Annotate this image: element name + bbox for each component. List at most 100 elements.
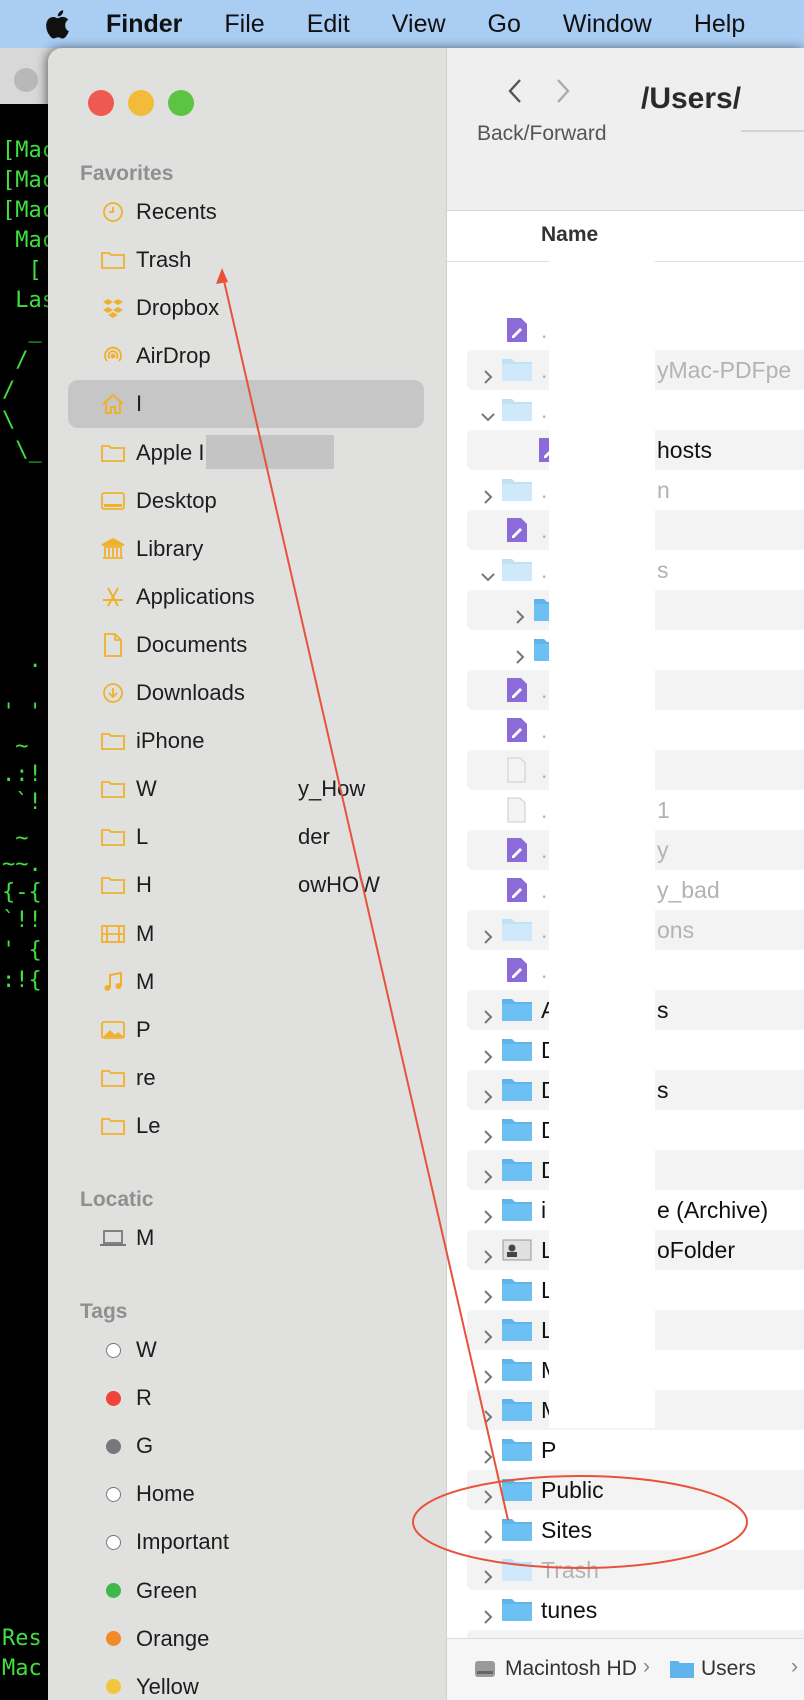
file-name-tail: ons [657,916,695,943]
disclosure-right-icon[interactable] [481,1163,495,1184]
path-disk[interactable]: Macintosh HD [505,1657,637,1681]
tag-item-important[interactable]: Important [68,1518,424,1566]
sidebar-item-p[interactable]: P [68,1006,424,1054]
sidebar-item-recents[interactable]: Recents [68,188,424,236]
file-row[interactable]: Trash [467,1550,804,1590]
disclosure-right-icon[interactable] [481,1043,495,1064]
sidebar-item-label: re [136,1064,156,1090]
file-row[interactable]: P [467,1430,804,1470]
menu-go[interactable]: Go [488,10,521,39]
disclosure-right-icon[interactable] [481,483,495,504]
disclosure-right-icon[interactable] [481,1123,495,1144]
menu-file[interactable]: File [224,10,264,39]
disclosure-right-icon[interactable] [481,1243,495,1264]
disclosure-right-icon[interactable] [481,1563,495,1584]
sidebar-item-m[interactable]: M [68,958,424,1006]
sidebar-item-m[interactable]: M [68,910,424,958]
folder-icon [501,1116,532,1142]
folder-icon [501,996,532,1022]
tag-item-green[interactable]: Green [68,1567,424,1615]
sidebar-item-label: AirDrop [136,343,211,369]
path-folder[interactable]: Users [701,1657,756,1681]
disclosure-right-icon[interactable] [481,1323,495,1344]
menu-edit[interactable]: Edit [307,10,350,39]
sidebar-item-downloads[interactable]: Downloads [68,669,424,717]
toolbar: Back/Forward /Users/ [447,48,804,211]
sidebar-item-library[interactable]: Library [68,525,424,573]
terminal-line: ~~. [2,852,42,877]
close-window-button[interactable] [88,90,114,116]
menu-window[interactable]: Window [563,10,652,39]
sidebar-item-airdrop[interactable]: AirDrop [68,332,424,380]
folder-icon [501,1076,532,1102]
disclosure-right-icon[interactable] [481,1363,495,1384]
disclosure-right-icon[interactable] [481,1083,495,1104]
disclosure-right-icon[interactable] [481,1523,495,1544]
sidebar-item-label: Downloads [136,680,245,705]
menu-help[interactable]: Help [694,10,745,39]
file-browser: Back/Forward /Users/ Name .. yMac-PDFpe. h… [446,48,804,1700]
folder-icon [501,1276,532,1302]
tag-item-w[interactable]: W [68,1326,424,1374]
users-folder-icon [670,1661,694,1678]
sidebar-item-trash[interactable]: Trash [68,236,424,284]
file-name: i [541,1196,547,1223]
menu-finder[interactable]: Finder [106,10,182,39]
sidebar-item-w[interactable]: Wy_How [68,765,424,813]
tag-label: Important [136,1529,229,1555]
sidebar-item-apple-i[interactable]: Apple I [68,429,424,477]
terminal-close-button[interactable] [14,68,38,92]
folder-icon [501,1316,532,1342]
sidebar-item-documents[interactable]: Documents [68,621,424,669]
sidebar-item-label: Dropbox [136,295,220,321]
disclosure-right-icon[interactable] [481,363,495,384]
back-icon[interactable] [507,78,523,104]
disclosure-right-icon[interactable] [481,1283,495,1304]
disclosure-right-icon[interactable] [481,1603,495,1624]
sidebar-item-re[interactable]: re [68,1054,424,1102]
menu-view[interactable]: View [392,10,446,39]
disclosure-right-icon[interactable] [513,603,527,624]
file-name: . [541,796,548,823]
tag-item-r[interactable]: R [68,1374,424,1422]
disclosure-right-icon[interactable] [481,923,495,944]
minimize-window-button[interactable] [128,90,154,116]
file-row[interactable]: Sites [467,1510,804,1550]
tag-dot-icon [98,1335,128,1365]
tag-item-g[interactable]: G [68,1422,424,1470]
file-row[interactable]: tunes [467,1590,804,1630]
path-separator-icon: › [643,1655,650,1678]
forward-icon[interactable] [555,78,571,104]
sidebar-item-le[interactable]: Le [68,1102,424,1150]
tag-item-yellow[interactable]: Yellow [68,1663,424,1700]
airdrop-icon [98,341,128,371]
tag-item-home[interactable]: Home [68,1470,424,1518]
sidebar-item-label-suffix: der [298,824,330,850]
tag-dot-icon [98,1383,128,1413]
file-name: tunes [541,1596,598,1623]
sidebar-item-dropbox[interactable]: Dropbox [68,284,424,332]
sidebar-item-desktop[interactable]: Desktop [68,477,424,525]
sidebar-item-i[interactable]: I [68,380,424,429]
disclosure-right-icon[interactable] [481,1443,495,1464]
terminal-line: {-{ [2,880,42,905]
disclosure-down-icon[interactable] [481,403,495,422]
file-name-tail: s [657,1076,669,1103]
disclosure-right-icon[interactable] [513,643,527,664]
sidebar-item-iphone[interactable]: iPhone [68,717,424,765]
apple-logo-icon[interactable] [42,7,76,41]
disclosure-right-icon[interactable] [481,1483,495,1504]
sidebar-item-applications[interactable]: Applications [68,573,424,621]
sidebar-item-l[interactable]: Lder [68,813,424,861]
zoom-window-button[interactable] [168,90,194,116]
folder-icon [98,245,128,275]
sidebar-location-item[interactable]: M [68,1214,424,1262]
tag-dot-icon [98,1479,128,1509]
file-row[interactable]: Public [467,1470,804,1510]
disclosure-right-icon[interactable] [481,1403,495,1424]
tag-item-orange[interactable]: Orange [68,1615,424,1663]
disclosure-right-icon[interactable] [481,1203,495,1224]
sidebar-item-h[interactable]: HowHOW [68,861,424,909]
disclosure-right-icon[interactable] [481,1003,495,1024]
disclosure-down-icon[interactable] [481,563,495,582]
